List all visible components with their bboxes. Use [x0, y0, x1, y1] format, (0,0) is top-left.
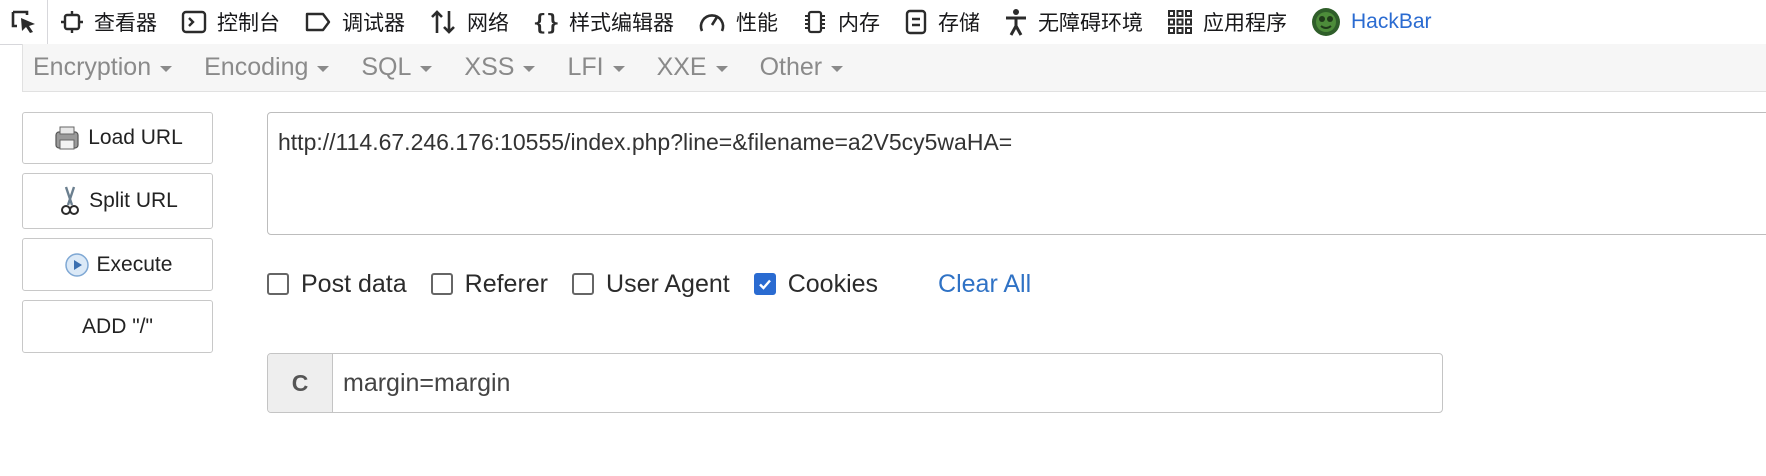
post-data-checkbox[interactable]: Post data	[267, 270, 407, 299]
execute-button[interactable]: Execute	[22, 238, 213, 291]
user-agent-label: User Agent	[606, 269, 730, 298]
menu-encryption[interactable]: Encryption	[23, 53, 173, 82]
caret-down-icon	[160, 66, 173, 72]
caret-down-icon	[715, 66, 728, 72]
hackbar-logo-icon	[1312, 8, 1340, 36]
tab-inspector[interactable]: 查看器	[48, 0, 169, 44]
tab-label: 样式编辑器	[569, 12, 674, 35]
post-data-label: Post data	[301, 269, 407, 298]
add-slash-button[interactable]: ADD "/"	[22, 300, 213, 353]
cookie-input[interactable]	[333, 354, 1442, 412]
tab-performance[interactable]: 性能	[686, 0, 790, 44]
debugger-icon	[305, 12, 331, 32]
tab-style-editor[interactable]: {} 样式编辑器	[521, 0, 686, 44]
scissors-icon	[61, 186, 80, 215]
load-url-icon	[55, 126, 79, 150]
tab-application[interactable]: 应用程序	[1155, 0, 1299, 44]
menu-lfi[interactable]: LFI	[557, 53, 625, 82]
tab-storage[interactable]: 存储	[892, 0, 992, 44]
inspector-icon	[61, 11, 83, 33]
tab-label: 控制台	[217, 12, 280, 35]
style-editor-icon: {}	[533, 11, 559, 35]
play-icon	[64, 252, 89, 277]
caret-down-icon	[831, 66, 844, 72]
caret-down-icon	[612, 66, 625, 72]
accessibility-icon	[1006, 9, 1026, 36]
menu-label: SQL	[361, 53, 412, 81]
clear-all-link[interactable]: Clear All	[938, 270, 1031, 299]
referer-label: Referer	[464, 269, 549, 298]
tab-label: 内存	[838, 12, 880, 35]
menu-label: XSS	[464, 53, 515, 81]
tab-hackbar[interactable]: HackBar	[1299, 0, 1444, 44]
menu-label: XXE	[656, 53, 707, 81]
network-icon	[431, 10, 455, 34]
menu-label: LFI	[567, 53, 604, 81]
checkbox-unchecked-icon[interactable]	[430, 273, 453, 295]
hackbar-menu-bar: Encryption Encoding SQL XSS LFI XXE Othe…	[22, 44, 1766, 92]
performance-icon	[699, 14, 725, 32]
options-row: Post data Referer User Agent Cookies Cle…	[267, 264, 1031, 304]
svg-text:{}: {}	[533, 11, 559, 35]
memory-icon	[805, 10, 825, 34]
menu-other[interactable]: Other	[750, 53, 844, 82]
menu-sql[interactable]: SQL	[351, 53, 433, 82]
caret-down-icon	[523, 66, 536, 72]
tab-accessibility[interactable]: 无障碍环境	[992, 0, 1155, 44]
checkbox-unchecked-icon[interactable]	[267, 273, 289, 295]
checkbox-unchecked-icon[interactable]	[572, 273, 595, 295]
cookies-label: Cookies	[787, 269, 879, 298]
menu-label: Encoding	[204, 53, 309, 81]
tab-label: 性能	[736, 12, 778, 35]
cookie-field: C	[267, 353, 1443, 413]
url-value: http://114.67.246.176:10555/index.php?li…	[278, 129, 1013, 155]
execute-label: Execute	[96, 252, 173, 276]
tab-label: 查看器	[94, 12, 157, 35]
menu-label: Other	[759, 53, 823, 81]
tab-label: 调试器	[342, 12, 405, 35]
cookie-prefix-label: C	[268, 354, 333, 412]
load-url-button[interactable]: Load URL	[22, 112, 213, 164]
tab-label: 存储	[938, 12, 980, 35]
menu-encoding[interactable]: Encoding	[194, 53, 330, 82]
devtools-toolbar: 查看器 控制台 调试器 网络 {} 样式编辑器 性能 内存 存储 无障碍环境 应…	[0, 0, 1766, 45]
application-icon	[1168, 10, 1192, 34]
url-textarea[interactable]: http://114.67.246.176:10555/index.php?li…	[267, 112, 1766, 235]
referer-checkbox[interactable]: Referer	[430, 269, 549, 299]
checkbox-checked-icon[interactable]	[753, 273, 776, 295]
tab-label: 无障碍环境	[1038, 12, 1143, 35]
tab-label: HackBar	[1351, 10, 1432, 33]
element-picker-button[interactable]	[0, 0, 48, 44]
split-url-label: Split URL	[89, 189, 178, 212]
console-icon	[181, 10, 207, 34]
caret-down-icon	[317, 66, 330, 72]
tab-label: 应用程序	[1203, 12, 1287, 35]
cookies-checkbox[interactable]: Cookies	[753, 269, 879, 299]
storage-icon	[905, 9, 927, 35]
tab-network[interactable]: 网络	[417, 0, 521, 44]
load-url-label: Load URL	[88, 126, 183, 149]
menu-xxe[interactable]: XXE	[647, 53, 728, 82]
tab-label: 网络	[467, 12, 509, 35]
split-url-button[interactable]: Split URL	[22, 173, 213, 229]
user-agent-checkbox[interactable]: User Agent	[572, 270, 730, 299]
tab-debugger[interactable]: 调试器	[292, 0, 417, 44]
checkmark-icon	[758, 279, 771, 290]
element-picker-icon	[11, 10, 35, 33]
menu-label: Encryption	[33, 53, 152, 81]
add-slash-label: ADD "/"	[82, 314, 153, 338]
tab-memory[interactable]: 内存	[790, 0, 892, 44]
menu-xss[interactable]: XSS	[454, 53, 536, 82]
tab-console[interactable]: 控制台	[169, 0, 292, 44]
caret-down-icon	[420, 66, 433, 72]
